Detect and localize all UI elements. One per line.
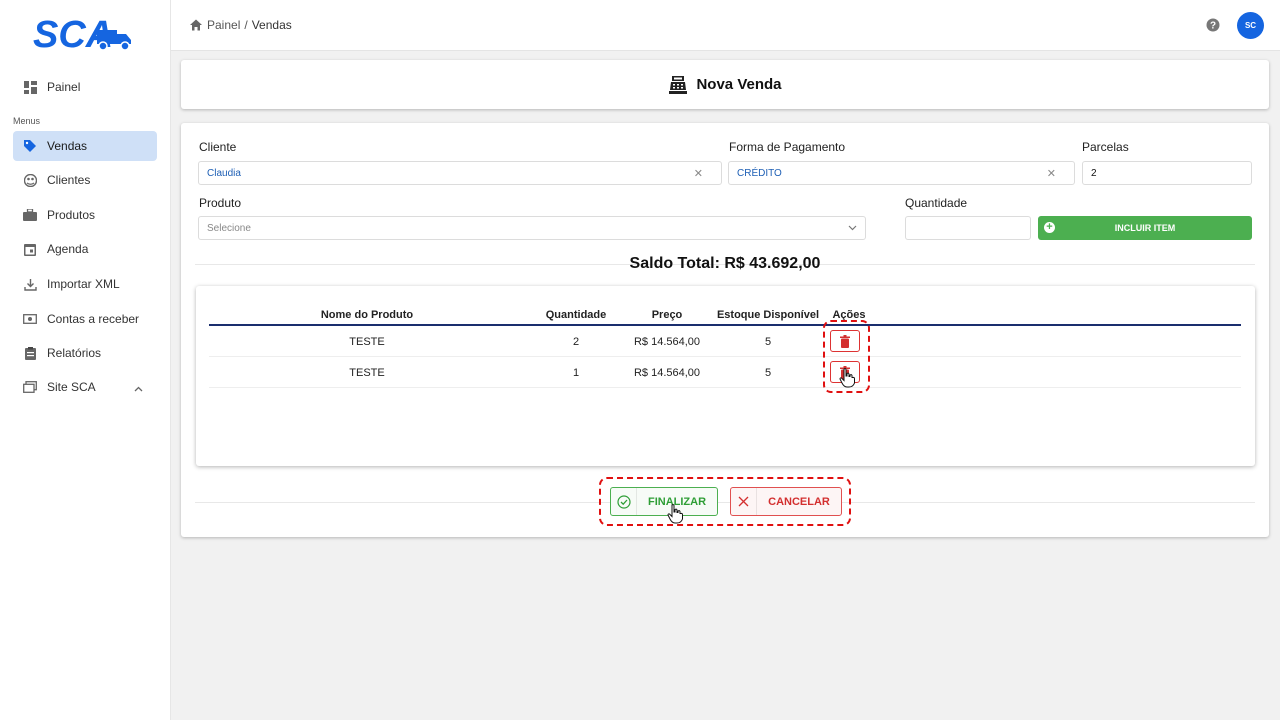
sidebar-item-relatorios[interactable]: Relatórios (13, 338, 157, 368)
cell-estoque: 5 (764, 367, 772, 379)
cash-register-icon (669, 75, 688, 94)
sidebar-item-label: Contas a receber (47, 312, 140, 326)
quantidade-label: Quantidade (905, 196, 968, 210)
sidebar-item-label: Produtos (47, 208, 96, 222)
incluir-item-button[interactable]: + INCLUIR ITEM (1038, 216, 1252, 240)
col-nome-produto: Nome do Produto (320, 309, 414, 321)
produto-placeholder: Selecione (207, 222, 251, 234)
sidebar: SCA Painel Menus Vendas Clientes Produto… (0, 0, 171, 720)
row-divider (209, 387, 1241, 388)
cell-preco: R$ 14.564,00 (633, 336, 701, 348)
items-table: Nome do Produto Quantidade Preço Estoque… (196, 286, 1255, 466)
cell-preco: R$ 14.564,00 (633, 367, 701, 379)
cliente-label: Cliente (199, 140, 237, 154)
clipboard-icon (23, 346, 37, 360)
col-quantidade: Quantidade (545, 309, 607, 321)
pagamento-select[interactable]: CRÉDITO ✕ (728, 161, 1075, 185)
sidebar-item-painel[interactable]: Painel (13, 72, 157, 102)
sidebar-item-label: Clientes (47, 173, 91, 187)
quantidade-input[interactable] (905, 216, 1031, 240)
parcelas-label: Parcelas (1082, 140, 1129, 154)
svg-text:?: ? (1210, 21, 1216, 32)
cell-quantidade: 2 (572, 336, 580, 348)
page-title: Nova Venda (696, 76, 782, 93)
clear-cliente-icon[interactable]: ✕ (694, 167, 703, 180)
sidebar-item-label: Painel (47, 80, 81, 94)
cell-nome: TESTE (349, 367, 385, 379)
cell-nome: TESTE (349, 336, 385, 348)
breadcrumb-root[interactable]: Painel (207, 18, 240, 32)
dashboard-icon (23, 80, 37, 94)
sidebar-item-contas-a-receber[interactable]: Contas a receber (13, 304, 157, 334)
sidebar-item-importar-xml[interactable]: Importar XML (13, 269, 157, 299)
highlight-final-actions (599, 477, 851, 526)
pagamento-value: CRÉDITO (737, 167, 782, 179)
cell-quantidade: 1 (572, 367, 580, 379)
sidebar-item-produtos[interactable]: Produtos (13, 200, 157, 230)
plus-circle-icon: + (1044, 222, 1055, 233)
sidebar-item-label: Vendas (47, 139, 88, 153)
clear-pagamento-icon[interactable]: ✕ (1047, 167, 1056, 180)
top-bar: Painel / Vendas ? SC (171, 0, 1280, 51)
download-icon (23, 277, 37, 291)
tag-icon (23, 139, 37, 153)
pagamento-label: Forma de Pagamento (729, 140, 846, 154)
breadcrumb: Painel / Vendas (189, 18, 292, 32)
cliente-value: Claudia (207, 167, 241, 179)
sidebar-item-label: Relatórios (47, 346, 102, 360)
money-icon (23, 312, 37, 326)
calendar-icon (23, 242, 37, 256)
row-divider (209, 356, 1241, 357)
home-icon[interactable] (189, 18, 203, 32)
parcelas-input[interactable]: 2 (1082, 161, 1252, 185)
cell-estoque: 5 (764, 336, 772, 348)
col-preco: Preço (651, 309, 683, 321)
chevron-down-icon[interactable] (848, 223, 857, 234)
people-icon (23, 173, 37, 187)
hand-cursor-icon (667, 504, 683, 524)
saldo-total: Saldo Total: R$ 43.692,00 (629, 255, 821, 272)
window-icon (23, 380, 37, 394)
col-estoque: Estoque Disponível (716, 309, 820, 321)
produto-select[interactable]: Selecione (198, 216, 866, 240)
chevron-up-icon[interactable] (134, 381, 143, 395)
produto-label: Produto (199, 196, 242, 210)
breadcrumb-separator: / (244, 18, 248, 32)
bag-icon (23, 208, 37, 222)
hand-cursor-icon (839, 368, 855, 388)
sca-logo[interactable]: SCA (33, 14, 137, 54)
avatar[interactable]: SC (1237, 12, 1264, 39)
sidebar-item-agenda[interactable]: Agenda (13, 234, 157, 264)
help-icon[interactable]: ? (1206, 18, 1220, 32)
menus-section-label: Menus (13, 116, 41, 126)
sidebar-item-site-sca[interactable]: Site SCA (13, 372, 157, 402)
sidebar-item-vendas[interactable]: Vendas (13, 131, 157, 161)
page-title-card: Nova Venda (181, 60, 1269, 109)
sale-form-card: Cliente Claudia ✕ Forma de Pagamento CRÉ… (181, 123, 1269, 537)
sidebar-item-label: Agenda (47, 242, 89, 256)
sidebar-item-label: Site SCA (47, 380, 96, 394)
sidebar-item-label: Importar XML (47, 277, 120, 291)
sidebar-item-clientes[interactable]: Clientes (13, 165, 157, 195)
cliente-select[interactable]: Claudia ✕ (198, 161, 722, 185)
parcelas-value: 2 (1091, 167, 1097, 179)
table-header-line (209, 324, 1241, 326)
incluir-item-label: INCLUIR ITEM (1114, 223, 1176, 233)
breadcrumb-current: Vendas (251, 18, 292, 32)
